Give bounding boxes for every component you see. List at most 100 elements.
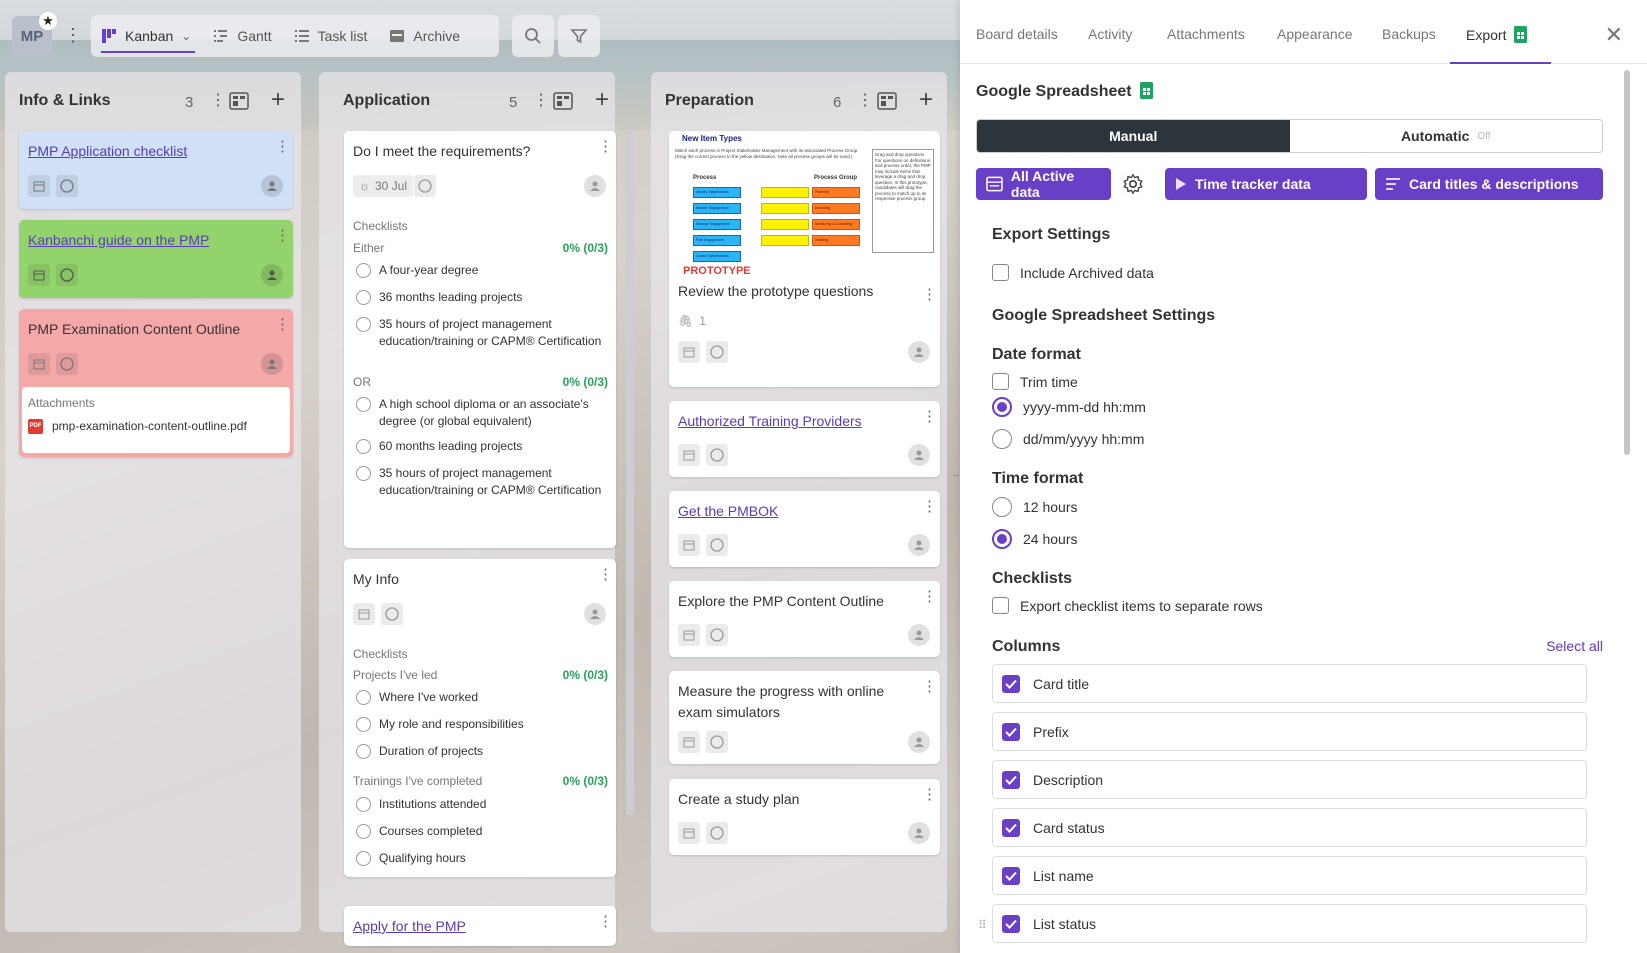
status-circle-icon[interactable] xyxy=(706,731,728,753)
card-menu-kebab-icon[interactable]: ⋮ xyxy=(922,499,937,514)
status-circle-icon[interactable] xyxy=(706,534,728,556)
column-option[interactable]: List status xyxy=(992,904,1587,943)
checkbox-checked[interactable] xyxy=(1002,674,1020,693)
card-title[interactable]: Measure the progress with online exam si… xyxy=(678,681,888,723)
assignee-icon[interactable] xyxy=(261,353,283,375)
mode-automatic-button[interactable]: Automatic Off xyxy=(1290,120,1603,152)
checklist-item[interactable]: 35 hours of project management education… xyxy=(353,465,608,499)
checklist-rows-checkbox[interactable]: Export checklist items to separate rows xyxy=(992,597,1263,614)
card-title[interactable]: Explore the PMP Content Outline xyxy=(678,591,884,612)
column-option[interactable]: Description xyxy=(992,760,1587,799)
card-title[interactable]: My Info xyxy=(353,569,399,590)
card-title[interactable]: Apply for the PMP xyxy=(353,916,466,937)
column-option[interactable]: Card status xyxy=(992,808,1587,847)
date-format-option[interactable]: dd/mm/yyyy hh:mm xyxy=(992,429,1144,449)
trim-time-checkbox[interactable]: Trim time xyxy=(992,373,1078,390)
checklist-item[interactable]: Institutions attended xyxy=(353,796,608,813)
checklist-radio[interactable] xyxy=(356,851,371,866)
view-task-list[interactable]: Task list xyxy=(294,15,367,57)
card[interactable]: Authorized Training Providers ⋮ xyxy=(669,401,940,477)
radio-selected[interactable] xyxy=(992,397,1012,417)
column-option[interactable]: Card title xyxy=(992,664,1587,703)
checklist-radio[interactable] xyxy=(356,797,371,812)
column-option[interactable]: List name xyxy=(992,856,1587,895)
checklist-item[interactable]: A four-year degree xyxy=(353,262,608,279)
checkbox[interactable] xyxy=(992,373,1009,390)
list-layout-icon[interactable] xyxy=(229,91,249,111)
export-time-tracker-button[interactable]: Time tracker data xyxy=(1165,168,1367,200)
checklist-item[interactable]: My role and responsibilities xyxy=(353,716,608,733)
checkbox-checked[interactable] xyxy=(1002,770,1020,789)
assignee-icon[interactable] xyxy=(261,264,283,286)
card[interactable]: New Item Types Match each process in Pro… xyxy=(669,131,940,387)
drag-handle-icon[interactable]: ⠿ xyxy=(978,918,987,932)
calendar-icon[interactable] xyxy=(678,534,700,556)
checklist-item[interactable]: 36 months leading projects xyxy=(353,289,608,306)
checkbox-checked[interactable] xyxy=(1002,914,1020,933)
card-title[interactable]: Get the PMBOK xyxy=(678,501,778,522)
checklist-radio[interactable] xyxy=(356,466,371,481)
calendar-icon[interactable] xyxy=(28,353,50,375)
checklist-radio[interactable] xyxy=(356,290,371,305)
radio-selected[interactable] xyxy=(992,529,1012,549)
chevron-down-icon[interactable]: ⌄ xyxy=(181,29,191,43)
assignee-icon[interactable] xyxy=(584,603,606,625)
checklist-item[interactable]: 35 hours of project management education… xyxy=(353,316,608,350)
status-circle-icon[interactable] xyxy=(56,175,78,197)
status-circle-icon[interactable] xyxy=(706,444,728,466)
checklist-radio[interactable] xyxy=(356,397,371,412)
card-title[interactable]: PMP Examination Content Outline xyxy=(28,319,240,340)
view-gantt[interactable]: Gantt xyxy=(213,15,272,57)
tab-appearance[interactable]: Appearance xyxy=(1277,26,1353,42)
checklist-item[interactable]: A high school diploma or an associate's … xyxy=(353,396,608,430)
card-menu-kebab-icon[interactable]: ⋮ xyxy=(275,317,290,332)
card-menu-kebab-icon[interactable]: ⋮ xyxy=(922,589,937,604)
assignee-icon[interactable] xyxy=(908,534,930,556)
card-menu-kebab-icon[interactable]: ⋮ xyxy=(922,409,937,424)
card[interactable]: Kanbanchi guide on the PMP ⋮ xyxy=(19,220,293,298)
card-title[interactable]: Do I meet the requirements? xyxy=(353,141,530,162)
checklist-radio[interactable] xyxy=(356,824,371,839)
checkbox-checked[interactable] xyxy=(1002,866,1020,885)
star-icon[interactable]: ★ xyxy=(39,12,57,30)
status-circle-icon[interactable] xyxy=(414,175,436,197)
panel-scrollbar[interactable] xyxy=(1624,70,1630,455)
filter-button[interactable] xyxy=(558,15,600,57)
checkbox[interactable] xyxy=(992,264,1009,281)
card[interactable]: Explore the PMP Content Outline ⋮ xyxy=(669,581,940,657)
list-menu-kebab-icon[interactable]: ⋮ xyxy=(210,90,226,110)
card-menu-kebab-icon[interactable]: ⋮ xyxy=(922,679,937,694)
calendar-icon[interactable] xyxy=(678,444,700,466)
card-title[interactable]: Authorized Training Providers xyxy=(678,411,862,432)
select-all-link[interactable]: Select all xyxy=(1546,638,1603,654)
list-title[interactable]: Info & Links xyxy=(19,92,111,110)
search-button[interactable] xyxy=(512,15,554,57)
assignee-icon[interactable] xyxy=(908,341,930,363)
time-format-option[interactable]: 24 hours xyxy=(992,529,1077,549)
calendar-icon[interactable] xyxy=(678,624,700,646)
card[interactable]: Measure the progress with online exam si… xyxy=(669,671,940,764)
tab-activity[interactable]: Activity xyxy=(1088,26,1132,42)
checklist-item[interactable]: Where I've worked xyxy=(353,689,608,706)
card[interactable]: PMP Examination Content Outline ⋮ Attach… xyxy=(19,309,293,457)
card[interactable]: Do I meet the requirements? ⋮ ☼ 30 Jul Ch… xyxy=(344,131,616,548)
assignee-icon[interactable] xyxy=(261,175,283,197)
checklist-item[interactable]: 60 months leading projects xyxy=(353,438,608,455)
list-scrollbar[interactable] xyxy=(626,130,634,815)
calendar-icon[interactable] xyxy=(678,341,700,363)
status-circle-icon[interactable] xyxy=(381,603,403,625)
tab-backups[interactable]: Backups xyxy=(1382,26,1436,42)
status-circle-icon[interactable] xyxy=(56,353,78,375)
tab-board-details[interactable]: Board details xyxy=(976,26,1058,42)
list-layout-icon[interactable] xyxy=(553,91,573,111)
add-card-button[interactable]: + xyxy=(911,86,941,116)
tab-export[interactable]: Export xyxy=(1466,26,1528,43)
due-date-badge[interactable]: ☼ 30 Jul xyxy=(353,175,414,197)
checklist-radio[interactable] xyxy=(356,263,371,278)
card-menu-kebab-icon[interactable]: ⋮ xyxy=(275,139,290,154)
card[interactable]: Create a study plan ⋮ xyxy=(669,779,940,855)
card-menu-kebab-icon[interactable]: ⋮ xyxy=(922,287,937,302)
close-icon[interactable]: ✕ xyxy=(1605,22,1623,48)
card-thumbnail[interactable]: New Item Types Match each process in Pro… xyxy=(671,131,938,281)
board-menu-kebab-icon[interactable]: ⋮ xyxy=(64,24,82,48)
